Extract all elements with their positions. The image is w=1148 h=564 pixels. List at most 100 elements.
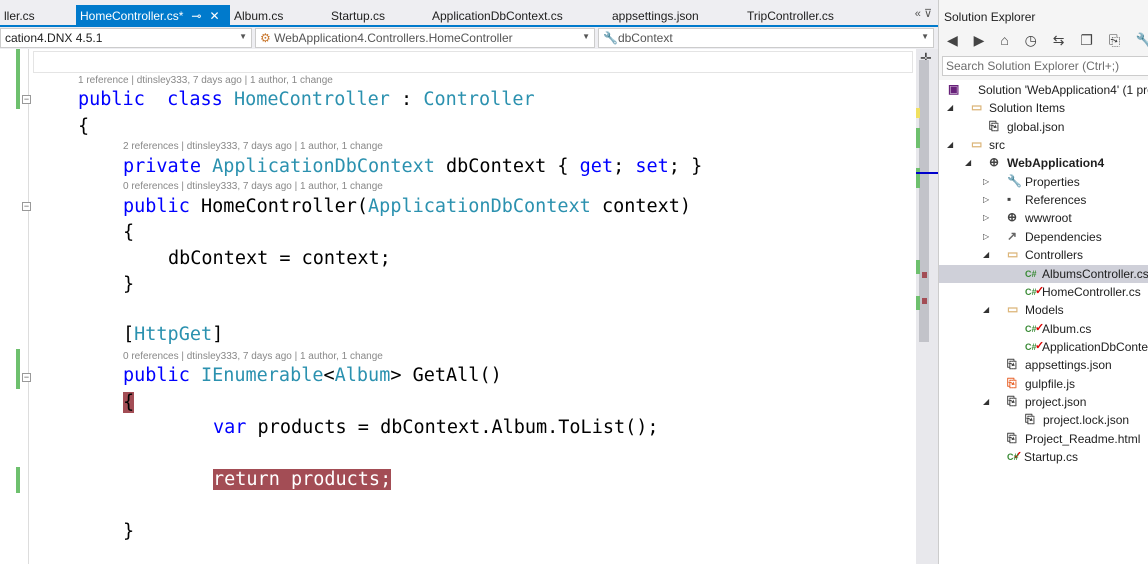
tree-item[interactable]: ▣ Solution 'WebApplication4' (1 project) [939, 81, 1148, 99]
tree-item[interactable]: ◢ ▭ src [939, 136, 1148, 154]
tree-item[interactable]: ✓C#ApplicationDbContext.cs [939, 338, 1148, 356]
collapse-arrow-icon[interactable]: ◢ [983, 397, 989, 406]
tab-startup[interactable]: Startup.cs [327, 5, 389, 27]
tab-tripcontroller[interactable]: TripController.cs [743, 5, 838, 27]
expand-arrow-icon[interactable]: ▷ [983, 232, 989, 241]
search-input[interactable]: Search Solution Explorer (Ctrl+;) [942, 56, 1148, 76]
scroll-marker [916, 128, 920, 148]
code-token: HomeController( [189, 196, 369, 217]
tree-item[interactable]: ⎘ gulpfile.js [939, 375, 1148, 393]
code-lens[interactable]: 1 reference | dtinsley333, 7 days ago | … [78, 75, 333, 86]
code-line[interactable]: public HomeController(ApplicationDbConte… [123, 196, 691, 218]
tab-overflow-button[interactable]: « ⊽ [915, 7, 932, 20]
tree-item[interactable]: ⎘ project.lock.json [939, 411, 1148, 429]
project-dropdown[interactable]: cation4.DNX 4.5.1 ▼ [0, 28, 252, 48]
chevron-down-icon: ▼ [582, 32, 590, 41]
code-lens[interactable]: 0 references | dtinsley333, 7 days ago |… [123, 181, 383, 192]
change-marker [16, 467, 20, 493]
tree-item-label: HomeController.cs [1042, 284, 1141, 299]
solution-explorer-title: Solution Explorer [944, 10, 1036, 24]
collapse-arrow-icon[interactable]: ◢ [983, 305, 989, 314]
code-token: : [389, 89, 424, 110]
tree-item[interactable]: ▷ ⊕ wwwroot [939, 209, 1148, 227]
tab-applicationdbcontext[interactable]: ApplicationDbContext.cs [428, 5, 567, 27]
collapse-arrow-icon[interactable]: ◢ [947, 103, 953, 112]
code-line[interactable]: { [78, 116, 89, 138]
chevron-down-icon: ▼ [921, 32, 929, 41]
code-line[interactable]: { [123, 222, 134, 244]
tree-item[interactable]: ▷ 🔧 Properties [939, 173, 1148, 191]
tab-homecontroller[interactable]: HomeController.cs* ⊸ ✕ [76, 5, 230, 27]
collapse-icon[interactable]: − [22, 95, 31, 104]
collapse-arrow-icon[interactable]: ◢ [965, 158, 971, 167]
expand-arrow-icon[interactable]: ▷ [983, 213, 989, 222]
tab-album[interactable]: Album.cs [230, 5, 287, 27]
member-value: dbContext [617, 31, 673, 45]
tab-ller[interactable]: ller.cs [0, 5, 39, 27]
type-token: ApplicationDbContext [212, 156, 435, 177]
collapse-icon[interactable]: − [22, 202, 31, 211]
project-value: cation4.DNX 4.5.1 [5, 31, 103, 45]
pin-icon[interactable]: ⊸ [191, 9, 201, 23]
tree-item[interactable]: ◢ ▭ Solution Items [939, 99, 1148, 117]
tree-item[interactable]: ▷ ▪ References [939, 191, 1148, 209]
csharp-icon: C# [1025, 323, 1037, 334]
tree-item[interactable]: ▷ ↗ Dependencies [939, 228, 1148, 246]
collapse-arrow-icon[interactable]: ◢ [983, 250, 989, 259]
navigation-bar: cation4.DNX 4.5.1 ▼ ⚙ WebApplication4.Con… [0, 27, 938, 49]
tree-item[interactable]: ✓ C# Startup.cs [939, 448, 1148, 466]
tree-item[interactable]: ◢ ▭ Models [939, 301, 1148, 319]
csharp-icon: C# [1025, 341, 1037, 352]
scroll-marker [916, 260, 920, 274]
tree-item[interactable]: ◢ ⊕ WebApplication4 [939, 154, 1148, 172]
tree-item[interactable]: ⎘ Project_Readme.html [939, 430, 1148, 448]
tree-item[interactable]: ✓ C# Album.cs [939, 320, 1148, 338]
references-icon: ▪ [1007, 192, 1012, 207]
tree-item[interactable]: ⎘ appsettings.json [939, 356, 1148, 374]
collapse-arrow-icon[interactable]: ◢ [947, 140, 953, 149]
code-lens[interactable]: 2 references | dtinsley333, 7 days ago |… [123, 141, 383, 152]
code-line[interactable]: { [123, 392, 135, 414]
class-dropdown[interactable]: ⚙ WebApplication4.Controllers.HomeContro… [255, 28, 595, 48]
solution-explorer-toolbar[interactable]: ◀ ▶ ⌂ ◷ ⇆ ❐ ⎘ 🔧 [947, 32, 1148, 49]
code-line[interactable]: [HttpGet] [123, 324, 223, 346]
member-dropdown[interactable]: 🔧dbContext ▼ [598, 28, 934, 48]
code-token: ] [212, 324, 224, 345]
tree-item[interactable]: ⎘ global.json [939, 118, 1148, 136]
gulp-icon: ⎘ [1007, 375, 1017, 390]
tab-appsettings[interactable]: appsettings.json [608, 5, 703, 27]
collapse-icon[interactable]: − [22, 373, 31, 382]
web-project-icon: ⊕ [989, 155, 1000, 170]
expand-arrow-icon[interactable]: ▷ [983, 195, 989, 204]
code-line[interactable]: public class HomeController : Controller [78, 89, 535, 111]
code-line[interactable]: return products; [213, 469, 392, 491]
json-icon: ⎘ [1007, 393, 1017, 408]
code-line[interactable]: dbContext = context; [168, 248, 391, 270]
expand-arrow-icon[interactable]: ▷ [983, 177, 989, 186]
tree-item[interactable]: ◢ ▭ Controllers [939, 246, 1148, 264]
tree-item-label: wwwroot [1025, 211, 1072, 226]
breakpoint-marker [922, 272, 927, 278]
code-line[interactable]: public IEnumerable<Album> GetAll() [123, 365, 502, 387]
dependencies-icon: ↗ [1007, 228, 1018, 243]
code-line[interactable]: } [123, 274, 134, 296]
close-icon[interactable]: ✕ [209, 9, 219, 23]
tree-item[interactable]: ◢ ⎘ project.json [939, 393, 1148, 411]
code-lens[interactable]: 0 references | dtinsley333, 7 days ago |… [123, 351, 383, 362]
code-line[interactable]: } [123, 521, 134, 543]
code-line[interactable]: private ApplicationDbContext dbContext {… [123, 156, 702, 178]
csharp-icon: C# [1025, 286, 1037, 297]
code-token: } [123, 274, 135, 295]
tree-item-label: project.json [1025, 394, 1087, 409]
property-icon: 🔧 [603, 31, 618, 45]
code-token: products = dbContext.Album.ToList(); [246, 417, 659, 438]
tree-item[interactable]: C# AlbumsController.cs [939, 264, 1148, 283]
tree-item[interactable]: ✓ C# HomeController.cs [939, 283, 1148, 301]
type-token: ApplicationDbContext [368, 196, 591, 217]
document-tabs: ller.cs HomeController.cs* ⊸ ✕ Album.cs St… [0, 0, 938, 27]
code-line[interactable]: var products = dbContext.Album.ToList(); [213, 417, 659, 439]
keyword-token: set [635, 156, 669, 177]
code-editor[interactable]: − − − 1 reference | dtinsley333, 7 days … [0, 49, 916, 564]
